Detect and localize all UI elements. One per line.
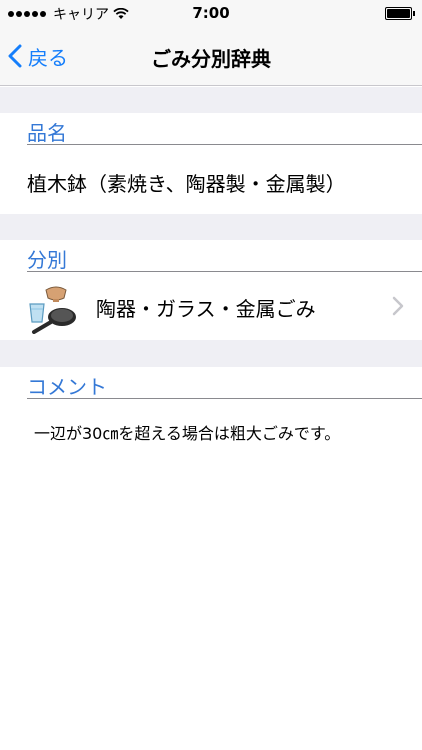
section-separator: [0, 87, 422, 113]
category-row[interactable]: 陶器・ガラス・金属ごみ: [0, 276, 422, 338]
page-title: ごみ分別辞典: [151, 47, 271, 71]
item-section-header: 品名: [27, 113, 422, 145]
section-separator: [0, 214, 422, 240]
comment-section-header: コメント: [27, 367, 422, 399]
comment-text: 一辺が30㎝を超える場合は粗大ごみです。: [34, 424, 341, 443]
battery-icon: [385, 7, 412, 20]
item-name: 植木鉢（素焼き、陶器製・金属製）: [27, 172, 346, 196]
status-bar: キャリア 7:00: [0, 0, 422, 28]
category-section-header: 分別: [27, 240, 422, 272]
battery-tip: [413, 11, 415, 16]
section-separator: [0, 340, 422, 367]
navigation-bar: 戻る ごみ分別辞典: [0, 28, 422, 86]
chevron-right-icon: [392, 296, 404, 316]
pottery-glass-metal-icon: [29, 286, 76, 334]
category-label: 陶器・ガラス・金属ごみ: [96, 297, 316, 321]
status-time: 7:00: [192, 4, 230, 22]
